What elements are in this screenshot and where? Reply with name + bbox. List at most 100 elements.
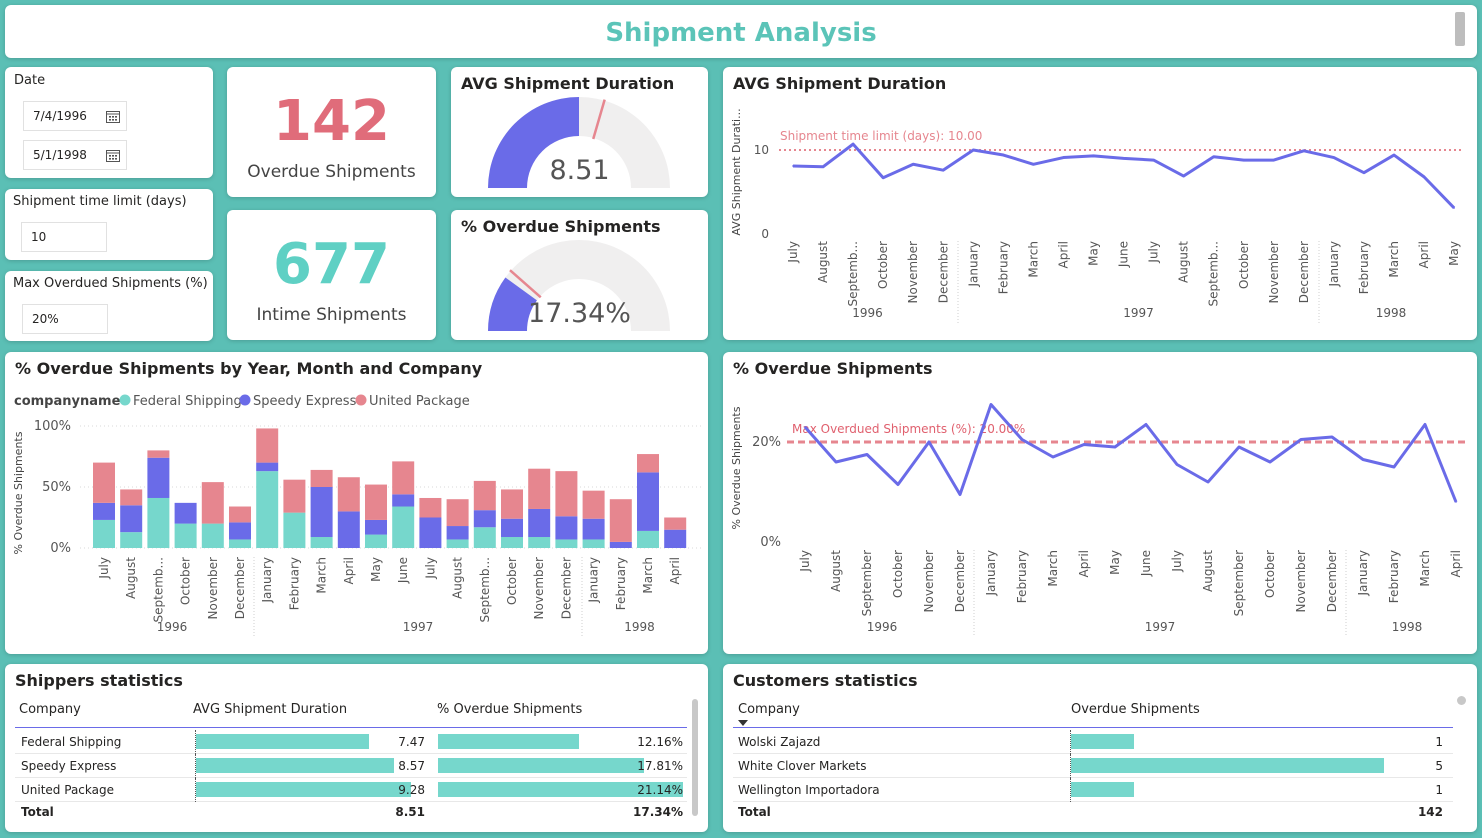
x-tick-label: June — [1139, 550, 1153, 577]
x-tick-label: December — [1325, 550, 1339, 612]
end-date-input[interactable]: 5/1/1998 — [23, 140, 127, 170]
intime-kpi-label: Intime Shipments — [256, 305, 407, 325]
x-tick-label: October — [876, 241, 890, 289]
col-company-header[interactable]: Company — [19, 702, 81, 717]
start-date-input[interactable]: 7/4/1996 — [23, 101, 127, 131]
x-tick-label: July — [423, 557, 437, 580]
overdue-gauge-card: % Overdue Shipments 17.34% — [451, 210, 708, 340]
end-date-value: 5/1/1998 — [33, 148, 87, 162]
total-pct: 17.34% — [633, 805, 683, 819]
x-tick-label: October — [505, 557, 519, 605]
bar-segment — [229, 522, 251, 540]
x-tick-label: December — [936, 241, 950, 303]
bar-segment — [256, 428, 279, 463]
col-pct-header[interactable]: % Overdue Shipments — [437, 702, 582, 717]
x-tick-label: January — [966, 241, 980, 288]
scroll-dot[interactable] — [1457, 696, 1466, 705]
data-point — [1363, 171, 1365, 174]
bar-segment — [174, 523, 197, 548]
avg-gauge-value: 8.51 — [549, 155, 610, 186]
bar-segment — [120, 489, 143, 506]
data-point — [928, 441, 930, 443]
x-tick-label: November — [532, 557, 546, 619]
col-avg-header[interactable]: AVG Shipment Duration — [193, 702, 347, 717]
scroll-handle[interactable] — [1455, 12, 1465, 46]
legend-label: Federal Shipping — [133, 394, 242, 409]
total-overdue: 142 — [1417, 805, 1443, 819]
data-point — [1122, 157, 1125, 160]
avg-duration-chart-card: AVG Shipment Duration AVG Shipment Durat… — [723, 67, 1477, 340]
shippers-scrollbar[interactable] — [692, 699, 698, 816]
series-line — [792, 142, 1456, 210]
x-tick-label: October — [179, 557, 193, 605]
calendar-icon[interactable] — [106, 110, 120, 123]
bar-segment — [201, 523, 224, 548]
overdue-pct-value: 17.81% — [637, 759, 683, 773]
max-overdue-card: Max Overdued Shipments (%) 20% — [5, 271, 213, 341]
table-row[interactable]: United Package 9.28 21.14% — [15, 778, 687, 802]
legend-title: companyname — [14, 394, 121, 409]
sort-desc-icon[interactable] — [738, 720, 748, 726]
table-row[interactable]: Federal Shipping 7.47 12.16% — [15, 730, 687, 754]
max-overdue-input[interactable]: 20% — [22, 304, 108, 334]
time-limit-input[interactable]: 10 — [21, 222, 107, 252]
bar-segment — [446, 539, 469, 548]
x-tick-label: March — [1046, 550, 1060, 587]
x-tick-label: September — [860, 550, 874, 616]
overdue-by-company-bar-chart: companyname Federal Shipping Speedy Expres… — [12, 394, 701, 637]
overdue-count-value: 5 — [1435, 759, 1443, 773]
table-row[interactable]: White Clover Markets 5 — [733, 754, 1453, 778]
legend-marker — [355, 394, 367, 406]
x-tick-label: May — [1108, 550, 1122, 575]
data-point — [1453, 207, 1455, 209]
table-row[interactable]: Speedy Express 8.57 17.81% — [15, 754, 687, 778]
bar-segment — [147, 497, 170, 548]
y-tick-label: 0% — [50, 541, 71, 556]
company-cell: United Package — [21, 783, 114, 797]
data-point — [1393, 154, 1395, 156]
year-label: 1996 — [867, 620, 898, 634]
time-limit-label: Shipment time limit (days) — [13, 194, 187, 209]
start-date-value: 7/4/1996 — [33, 109, 87, 123]
x-tick-label: February — [1387, 550, 1401, 603]
x-tick-label: July — [786, 241, 800, 264]
shippers-table-card: Shippers statistics Company AVG Shipment… — [5, 664, 708, 832]
data-point — [792, 165, 794, 167]
col-overdue-header[interactable]: Overdue Shipments — [1071, 702, 1200, 717]
bar-segment — [446, 526, 469, 540]
stacked-bar-chart-card: % Overdue Shipments by Year, Month and C… — [5, 352, 708, 654]
x-tick-label: July — [1147, 241, 1161, 264]
year-label: 1997 — [403, 620, 434, 634]
x-tick-label: March — [641, 557, 655, 594]
data-point — [1052, 456, 1054, 458]
bar-segment — [365, 534, 387, 548]
data-point — [912, 163, 914, 166]
table-row[interactable]: Wellington Importadora 1 — [733, 778, 1453, 802]
bar-segment — [93, 502, 115, 520]
bar-segment — [501, 489, 523, 519]
total-label: Total — [738, 805, 771, 819]
overdue-pct-value: 21.14% — [637, 783, 683, 797]
year-label: 1996 — [852, 306, 883, 320]
x-tick-label: January — [1356, 550, 1370, 597]
customers-title: Customers statistics — [733, 671, 918, 690]
data-point — [882, 176, 884, 179]
calendar-icon[interactable] — [106, 149, 120, 162]
bar-segment — [201, 482, 224, 524]
x-tick-label: April — [668, 557, 682, 584]
data-point — [959, 493, 961, 496]
year-label: 1996 — [157, 620, 188, 634]
bar-segment — [473, 527, 496, 548]
customers-rows: Wolski Zajazd 1 White Clover Markets 5 W… — [733, 730, 1453, 802]
data-point — [1238, 446, 1240, 448]
table-row[interactable]: Wolski Zajazd 1 — [733, 730, 1453, 754]
col-company-header[interactable]: Company — [738, 702, 800, 717]
x-tick-label: April — [1056, 241, 1070, 268]
time-limit-card: Shipment time limit (days) 10 — [5, 189, 213, 260]
total-row: Total 142 — [733, 803, 1453, 825]
x-tick-label: November — [922, 550, 936, 612]
bar-segment — [528, 468, 551, 509]
bar-segment — [555, 471, 578, 517]
bar-segment — [365, 484, 387, 520]
bar-segment — [609, 499, 632, 542]
